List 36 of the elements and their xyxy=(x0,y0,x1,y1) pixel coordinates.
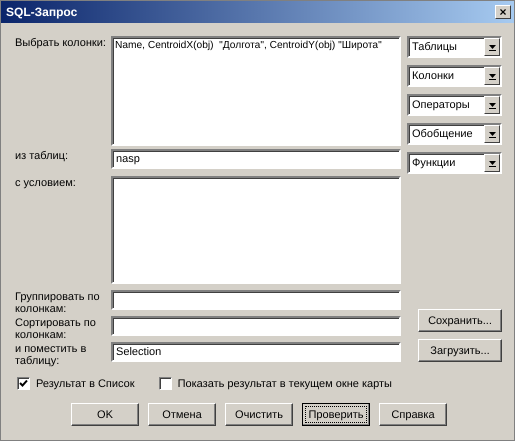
checkbox-box[interactable] xyxy=(158,377,172,390)
down-arrow-icon xyxy=(488,130,496,138)
field-label: с условием: xyxy=(15,176,77,189)
field-label: Выбрать колонки: xyxy=(15,36,107,49)
checkbox-box[interactable] xyxy=(17,377,30,390)
window-title: SQL-Запрос xyxy=(6,5,78,19)
field-label: и поместить в таблицу: xyxy=(15,342,88,367)
check-icon xyxy=(19,379,28,388)
dialog-button[interactable]: OK xyxy=(71,403,139,426)
query-text-area[interactable]: Name, CentroidX(obj) "Долгота", CentroidY(obj) "Широта" xyxy=(111,36,401,146)
dropdown[interactable]: Операторы xyxy=(407,94,502,116)
side-button[interactable]: Сохранить... xyxy=(418,309,502,332)
dialog-button[interactable]: Отмена xyxy=(148,403,216,426)
input-field[interactable]: Selection xyxy=(111,342,401,362)
down-arrow-icon xyxy=(488,43,496,51)
input-field[interactable] xyxy=(111,316,401,336)
input-field[interactable]: nasp xyxy=(111,149,401,169)
dialog-button[interactable]: Проверить xyxy=(302,403,370,426)
dialog-button[interactable]: Справка xyxy=(379,403,447,426)
field-label: из таблиц: xyxy=(15,149,70,162)
dropdown[interactable]: Обобщение xyxy=(407,123,502,145)
down-arrow-icon xyxy=(488,101,496,109)
input-field[interactable] xyxy=(111,290,401,310)
dialog-button[interactable]: Очистить xyxy=(225,403,293,426)
dropdown[interactable]: Колонки xyxy=(407,65,502,87)
dropdown[interactable]: Функции xyxy=(407,152,502,174)
query-text-area[interactable] xyxy=(111,176,401,284)
down-arrow-icon xyxy=(488,159,496,167)
checkbox[interactable]: Показать результат в текущем окне карты xyxy=(158,377,392,390)
field-label: Группировать по колонкам: xyxy=(15,290,101,315)
close-button[interactable]: × xyxy=(495,5,511,19)
down-arrow-icon xyxy=(488,72,496,80)
checkbox[interactable]: Результат в Список xyxy=(17,377,135,390)
field-label: Сортировать по колонкам: xyxy=(15,316,97,341)
side-button[interactable]: Загрузить... xyxy=(418,339,502,362)
dropdown[interactable]: Таблицы xyxy=(407,36,502,58)
